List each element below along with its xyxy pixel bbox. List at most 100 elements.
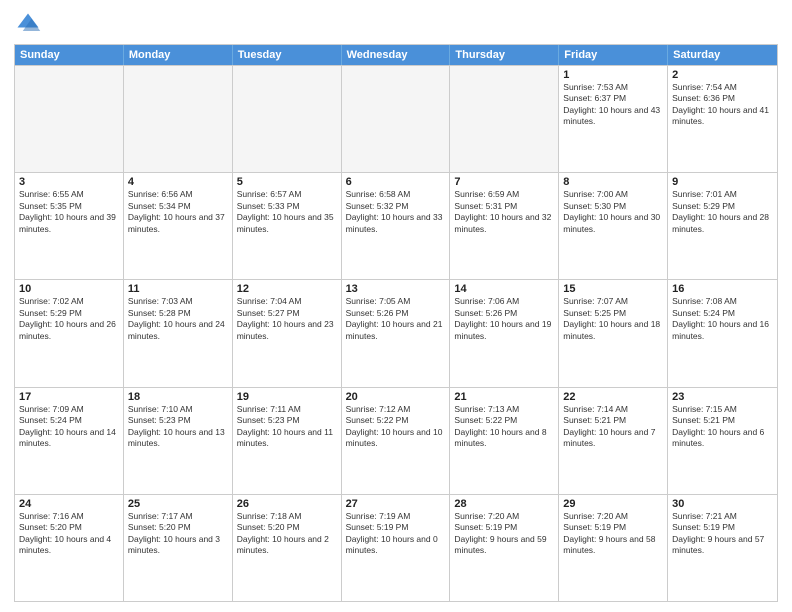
- header-day-tuesday: Tuesday: [233, 45, 342, 65]
- day-number: 27: [346, 498, 446, 510]
- logo-icon: [14, 10, 42, 38]
- calendar: SundayMondayTuesdayWednesdayThursdayFrid…: [14, 44, 778, 602]
- cal-cell: 2Sunrise: 7:54 AM Sunset: 6:36 PM Daylig…: [668, 66, 777, 172]
- day-info: Sunrise: 7:20 AM Sunset: 5:19 PM Dayligh…: [563, 511, 663, 557]
- cal-cell: 27Sunrise: 7:19 AM Sunset: 5:19 PM Dayli…: [342, 495, 451, 601]
- day-number: 12: [237, 283, 337, 295]
- page: SundayMondayTuesdayWednesdayThursdayFrid…: [0, 0, 792, 612]
- cal-cell: 29Sunrise: 7:20 AM Sunset: 5:19 PM Dayli…: [559, 495, 668, 601]
- day-number: 13: [346, 283, 446, 295]
- day-number: 19: [237, 391, 337, 403]
- day-number: 20: [346, 391, 446, 403]
- day-info: Sunrise: 7:10 AM Sunset: 5:23 PM Dayligh…: [128, 404, 228, 450]
- day-number: 6: [346, 176, 446, 188]
- day-info: Sunrise: 7:02 AM Sunset: 5:29 PM Dayligh…: [19, 296, 119, 342]
- day-number: 7: [454, 176, 554, 188]
- header-day-friday: Friday: [559, 45, 668, 65]
- day-number: 16: [672, 283, 773, 295]
- cal-cell: 30Sunrise: 7:21 AM Sunset: 5:19 PM Dayli…: [668, 495, 777, 601]
- cal-cell: [233, 66, 342, 172]
- cal-cell: 17Sunrise: 7:09 AM Sunset: 5:24 PM Dayli…: [15, 388, 124, 494]
- day-number: 29: [563, 498, 663, 510]
- day-number: 2: [672, 69, 773, 81]
- day-info: Sunrise: 7:12 AM Sunset: 5:22 PM Dayligh…: [346, 404, 446, 450]
- cal-cell: 11Sunrise: 7:03 AM Sunset: 5:28 PM Dayli…: [124, 280, 233, 386]
- day-info: Sunrise: 6:59 AM Sunset: 5:31 PM Dayligh…: [454, 189, 554, 235]
- header-day-monday: Monday: [124, 45, 233, 65]
- day-info: Sunrise: 7:20 AM Sunset: 5:19 PM Dayligh…: [454, 511, 554, 557]
- cal-cell: 3Sunrise: 6:55 AM Sunset: 5:35 PM Daylig…: [15, 173, 124, 279]
- day-info: Sunrise: 7:01 AM Sunset: 5:29 PM Dayligh…: [672, 189, 773, 235]
- cal-cell: 18Sunrise: 7:10 AM Sunset: 5:23 PM Dayli…: [124, 388, 233, 494]
- day-info: Sunrise: 7:11 AM Sunset: 5:23 PM Dayligh…: [237, 404, 337, 450]
- day-number: 15: [563, 283, 663, 295]
- cal-cell: 22Sunrise: 7:14 AM Sunset: 5:21 PM Dayli…: [559, 388, 668, 494]
- day-info: Sunrise: 6:56 AM Sunset: 5:34 PM Dayligh…: [128, 189, 228, 235]
- cal-row-0: 1Sunrise: 7:53 AM Sunset: 6:37 PM Daylig…: [15, 65, 777, 172]
- calendar-header: SundayMondayTuesdayWednesdayThursdayFrid…: [15, 45, 777, 65]
- day-info: Sunrise: 7:03 AM Sunset: 5:28 PM Dayligh…: [128, 296, 228, 342]
- header-day-saturday: Saturday: [668, 45, 777, 65]
- day-number: 17: [19, 391, 119, 403]
- day-number: 26: [237, 498, 337, 510]
- day-number: 9: [672, 176, 773, 188]
- header-row: [14, 10, 778, 38]
- day-info: Sunrise: 7:18 AM Sunset: 5:20 PM Dayligh…: [237, 511, 337, 557]
- day-number: 3: [19, 176, 119, 188]
- day-number: 5: [237, 176, 337, 188]
- day-number: 21: [454, 391, 554, 403]
- calendar-body: 1Sunrise: 7:53 AM Sunset: 6:37 PM Daylig…: [15, 65, 777, 601]
- header-day-wednesday: Wednesday: [342, 45, 451, 65]
- day-info: Sunrise: 7:08 AM Sunset: 5:24 PM Dayligh…: [672, 296, 773, 342]
- day-info: Sunrise: 6:55 AM Sunset: 5:35 PM Dayligh…: [19, 189, 119, 235]
- day-number: 30: [672, 498, 773, 510]
- day-info: Sunrise: 7:15 AM Sunset: 5:21 PM Dayligh…: [672, 404, 773, 450]
- day-number: 24: [19, 498, 119, 510]
- cal-cell: 19Sunrise: 7:11 AM Sunset: 5:23 PM Dayli…: [233, 388, 342, 494]
- logo: [14, 10, 46, 38]
- day-number: 11: [128, 283, 228, 295]
- cal-cell: [124, 66, 233, 172]
- day-info: Sunrise: 7:19 AM Sunset: 5:19 PM Dayligh…: [346, 511, 446, 557]
- day-number: 8: [563, 176, 663, 188]
- cal-cell: 16Sunrise: 7:08 AM Sunset: 5:24 PM Dayli…: [668, 280, 777, 386]
- day-number: 4: [128, 176, 228, 188]
- day-number: 22: [563, 391, 663, 403]
- day-number: 10: [19, 283, 119, 295]
- day-info: Sunrise: 6:58 AM Sunset: 5:32 PM Dayligh…: [346, 189, 446, 235]
- day-number: 18: [128, 391, 228, 403]
- day-info: Sunrise: 7:13 AM Sunset: 5:22 PM Dayligh…: [454, 404, 554, 450]
- cal-cell: 4Sunrise: 6:56 AM Sunset: 5:34 PM Daylig…: [124, 173, 233, 279]
- cal-cell: 15Sunrise: 7:07 AM Sunset: 5:25 PM Dayli…: [559, 280, 668, 386]
- cal-cell: 26Sunrise: 7:18 AM Sunset: 5:20 PM Dayli…: [233, 495, 342, 601]
- cal-cell: 10Sunrise: 7:02 AM Sunset: 5:29 PM Dayli…: [15, 280, 124, 386]
- cal-cell: 25Sunrise: 7:17 AM Sunset: 5:20 PM Dayli…: [124, 495, 233, 601]
- cal-cell: 7Sunrise: 6:59 AM Sunset: 5:31 PM Daylig…: [450, 173, 559, 279]
- day-info: Sunrise: 7:04 AM Sunset: 5:27 PM Dayligh…: [237, 296, 337, 342]
- cal-cell: 1Sunrise: 7:53 AM Sunset: 6:37 PM Daylig…: [559, 66, 668, 172]
- cal-cell: 21Sunrise: 7:13 AM Sunset: 5:22 PM Dayli…: [450, 388, 559, 494]
- day-info: Sunrise: 7:07 AM Sunset: 5:25 PM Dayligh…: [563, 296, 663, 342]
- day-number: 25: [128, 498, 228, 510]
- day-number: 1: [563, 69, 663, 81]
- day-number: 28: [454, 498, 554, 510]
- cal-row-3: 17Sunrise: 7:09 AM Sunset: 5:24 PM Dayli…: [15, 387, 777, 494]
- cal-cell: 5Sunrise: 6:57 AM Sunset: 5:33 PM Daylig…: [233, 173, 342, 279]
- day-info: Sunrise: 7:16 AM Sunset: 5:20 PM Dayligh…: [19, 511, 119, 557]
- header-day-thursday: Thursday: [450, 45, 559, 65]
- cal-cell: 23Sunrise: 7:15 AM Sunset: 5:21 PM Dayli…: [668, 388, 777, 494]
- day-info: Sunrise: 7:17 AM Sunset: 5:20 PM Dayligh…: [128, 511, 228, 557]
- cal-cell: 24Sunrise: 7:16 AM Sunset: 5:20 PM Dayli…: [15, 495, 124, 601]
- header-day-sunday: Sunday: [15, 45, 124, 65]
- cal-cell: 8Sunrise: 7:00 AM Sunset: 5:30 PM Daylig…: [559, 173, 668, 279]
- day-info: Sunrise: 7:05 AM Sunset: 5:26 PM Dayligh…: [346, 296, 446, 342]
- cal-cell: 28Sunrise: 7:20 AM Sunset: 5:19 PM Dayli…: [450, 495, 559, 601]
- cal-cell: 20Sunrise: 7:12 AM Sunset: 5:22 PM Dayli…: [342, 388, 451, 494]
- day-info: Sunrise: 7:09 AM Sunset: 5:24 PM Dayligh…: [19, 404, 119, 450]
- cal-cell: 13Sunrise: 7:05 AM Sunset: 5:26 PM Dayli…: [342, 280, 451, 386]
- cal-cell: [450, 66, 559, 172]
- day-info: Sunrise: 7:00 AM Sunset: 5:30 PM Dayligh…: [563, 189, 663, 235]
- cal-cell: 12Sunrise: 7:04 AM Sunset: 5:27 PM Dayli…: [233, 280, 342, 386]
- cal-cell: 9Sunrise: 7:01 AM Sunset: 5:29 PM Daylig…: [668, 173, 777, 279]
- day-info: Sunrise: 7:54 AM Sunset: 6:36 PM Dayligh…: [672, 82, 773, 128]
